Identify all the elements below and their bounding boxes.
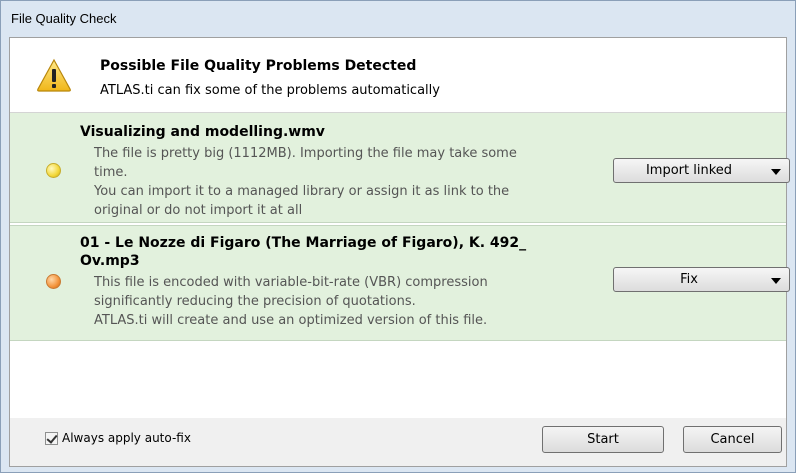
- import-action-dropdown[interactable]: Import linked: [613, 158, 790, 183]
- yellow-status-dot-icon: [46, 163, 61, 178]
- problem-list: Visualizing and modelling.wmv The file i…: [10, 113, 790, 418]
- auto-fix-label[interactable]: Always apply auto-fix: [62, 431, 191, 445]
- description-line: The file is pretty big (1112MB). Importi…: [94, 146, 517, 161]
- checkmark-icon: [46, 432, 58, 444]
- title-bar[interactable]: File Quality Check: [1, 1, 795, 37]
- chevron-down-icon: [771, 278, 781, 284]
- header-title: Possible File Quality Problems Detected: [100, 58, 417, 74]
- fix-action-dropdown[interactable]: Fix: [613, 267, 790, 292]
- description-line: time.: [94, 165, 128, 180]
- dropdown-value: Fix: [680, 272, 698, 287]
- dialog-body: Possible File Quality Problems Detected …: [9, 37, 790, 467]
- dropdown-value: Import linked: [645, 163, 733, 178]
- window-title: File Quality Check: [11, 11, 117, 26]
- start-button[interactable]: Start: [542, 426, 664, 453]
- title-line: Ov.mp3: [80, 253, 140, 269]
- dialog-header: Possible File Quality Problems Detected …: [10, 38, 786, 113]
- dialog-footer: Always apply auto-fix Start Cancel: [10, 418, 786, 466]
- chevron-down-icon: [771, 169, 781, 175]
- item-description: The file is pretty big (1112MB). Importi…: [94, 144, 599, 220]
- description-line: significantly reducing the precision of …: [94, 294, 416, 309]
- description-line: You can import it to a managed library o…: [94, 184, 510, 199]
- description-line: This file is encoded with variable-bit-r…: [94, 275, 488, 290]
- item-description: This file is encoded with variable-bit-r…: [94, 273, 599, 330]
- list-item[interactable]: 01 - Le Nozze di Figaro (The Marriage of…: [10, 225, 790, 341]
- orange-status-dot-icon: [46, 274, 61, 289]
- title-line: 01 - Le Nozze di Figaro (The Marriage of…: [80, 235, 527, 251]
- list-item[interactable]: Visualizing and modelling.wmv The file i…: [10, 113, 790, 223]
- auto-fix-checkbox[interactable]: [45, 432, 58, 445]
- item-title: 01 - Le Nozze di Figaro (The Marriage of…: [80, 234, 580, 270]
- header-subtitle: ATLAS.ti can fix some of the problems au…: [100, 83, 440, 98]
- warning-icon: [37, 58, 71, 92]
- description-line: original or do not import it at all: [94, 203, 303, 218]
- item-title: Visualizing and modelling.wmv: [80, 124, 325, 140]
- cancel-button[interactable]: Cancel: [683, 426, 782, 453]
- description-line: ATLAS.ti will create and use an optimize…: [94, 313, 488, 328]
- file-quality-check-dialog: File Quality Check Possible File Quality…: [0, 0, 796, 473]
